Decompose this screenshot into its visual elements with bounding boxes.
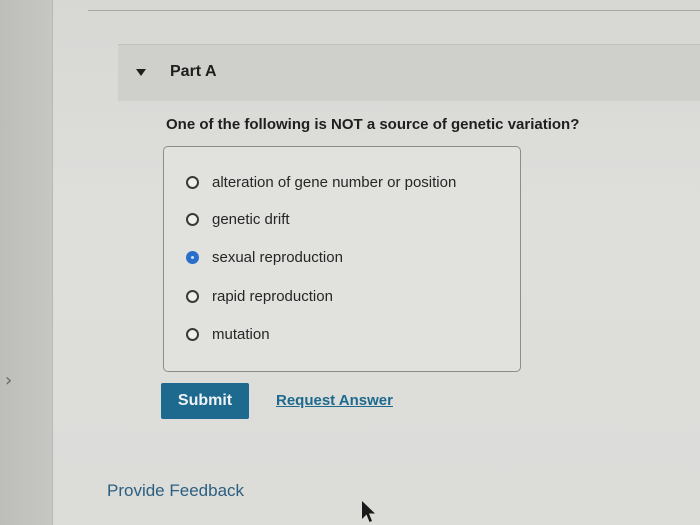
option-label: sexual reproduction <box>212 248 343 266</box>
radio-button[interactable] <box>186 175 199 189</box>
option-sexual-reproduction[interactable]: sexual reproduction <box>186 245 343 269</box>
option-alteration[interactable]: alteration of gene number or position <box>186 170 456 194</box>
top-divider <box>88 10 700 11</box>
option-rapid-reproduction[interactable]: rapid reproduction <box>186 284 333 308</box>
option-mutation[interactable]: mutation <box>186 322 270 346</box>
submit-button[interactable]: Submit <box>161 383 249 419</box>
mouse-pointer-icon <box>362 501 375 522</box>
radio-button-selected[interactable] <box>186 250 199 264</box>
caret-down-icon[interactable] <box>136 69 146 76</box>
chevron-right-icon[interactable]: › <box>5 370 12 391</box>
option-label: mutation <box>212 325 270 343</box>
left-sidebar-strip <box>0 0 53 525</box>
question-text: One of the following is NOT a source of … <box>166 116 580 133</box>
option-label: rapid reproduction <box>212 287 333 305</box>
option-label: genetic drift <box>212 210 290 228</box>
option-genetic-drift[interactable]: genetic drift <box>186 207 290 231</box>
provide-feedback-link[interactable]: Provide Feedback <box>107 481 244 501</box>
part-title[interactable]: Part A <box>170 63 217 81</box>
option-label: alteration of gene number or position <box>212 173 457 191</box>
answer-options: alteration of gene number or position ge… <box>163 146 521 372</box>
radio-button[interactable] <box>186 212 199 226</box>
radio-button[interactable] <box>186 289 199 303</box>
request-answer-link[interactable]: Request Answer <box>276 392 393 409</box>
radio-button[interactable] <box>186 327 199 341</box>
